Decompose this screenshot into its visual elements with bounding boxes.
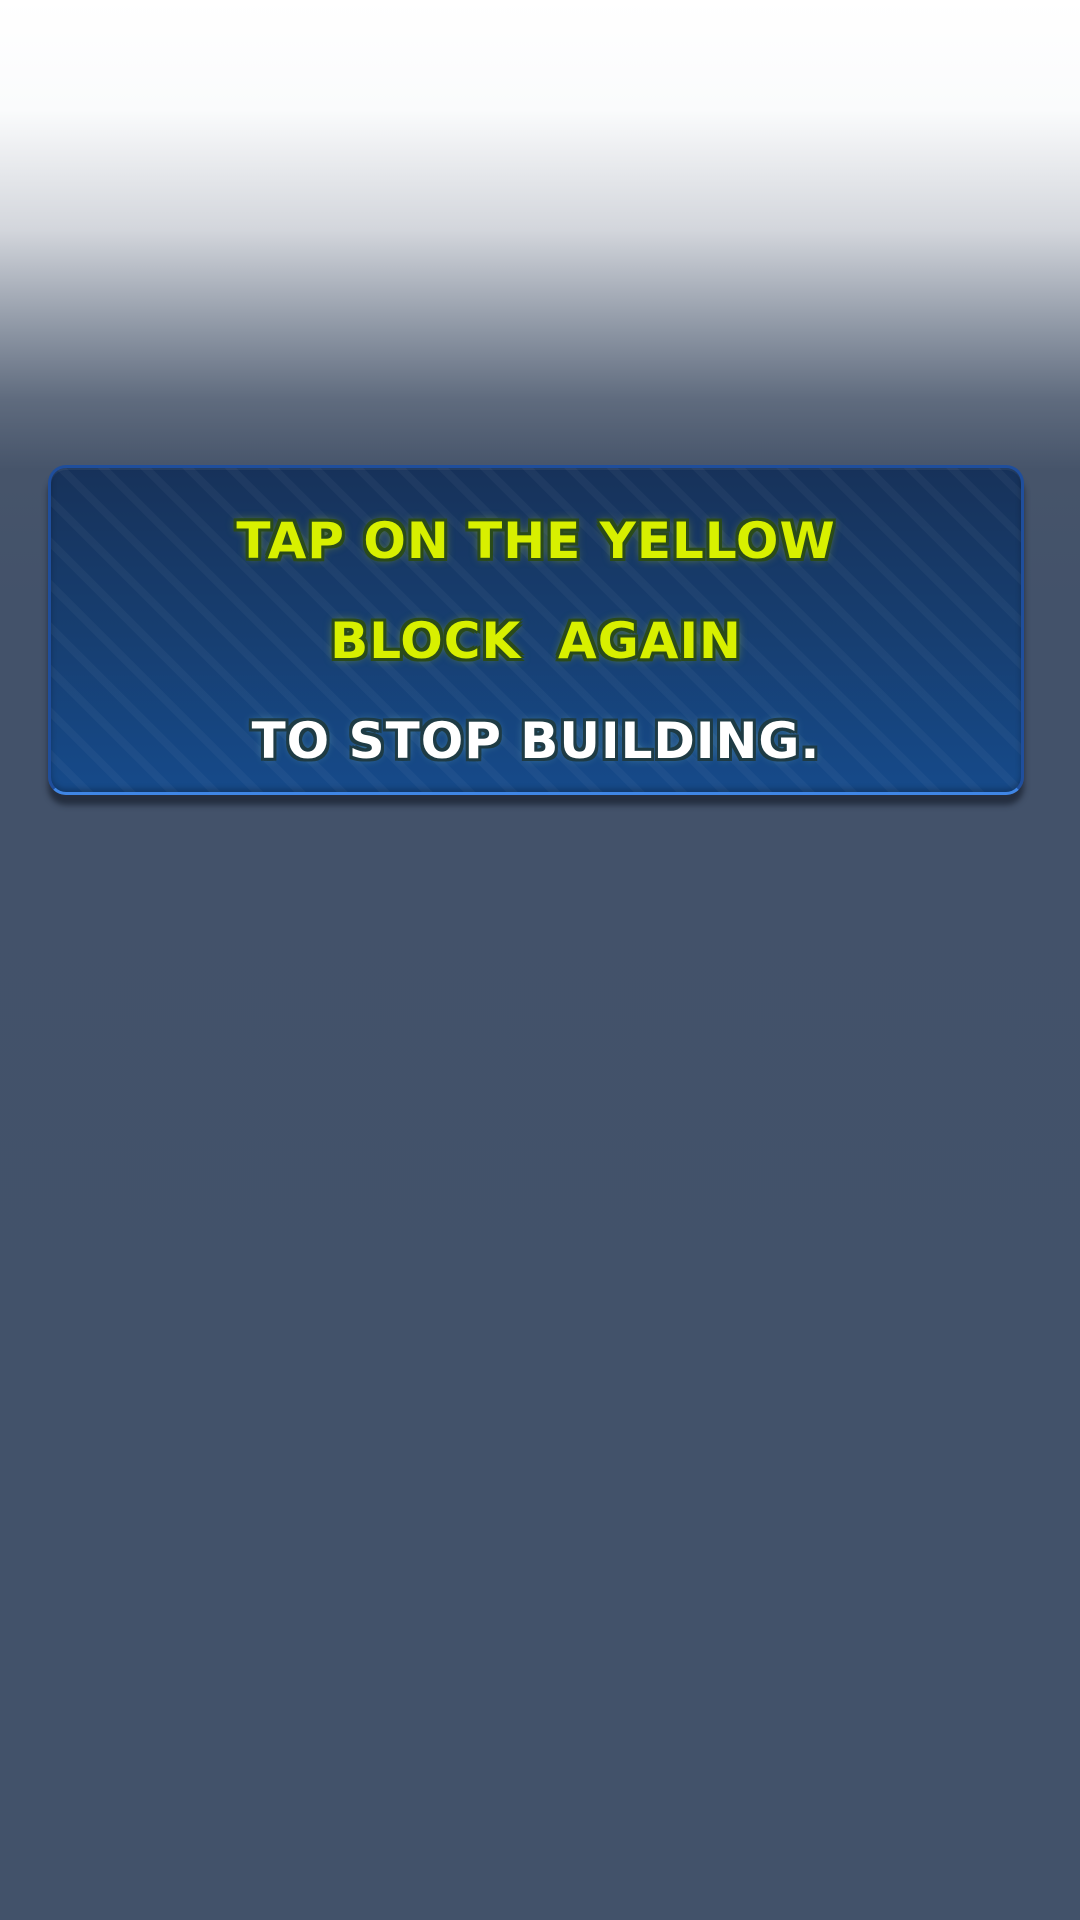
tutorial-text-line-3: TO STOP BUILDING. (251, 712, 821, 770)
tutorial-text-line-1: TAP ON THE YELLOW (236, 512, 836, 570)
tutorial-text-line-2: BLOCK AGAIN (330, 612, 742, 670)
tutorial-panel: TAP ON THE YELLOW BLOCK AGAIN TO STOP BU… (48, 465, 1024, 795)
